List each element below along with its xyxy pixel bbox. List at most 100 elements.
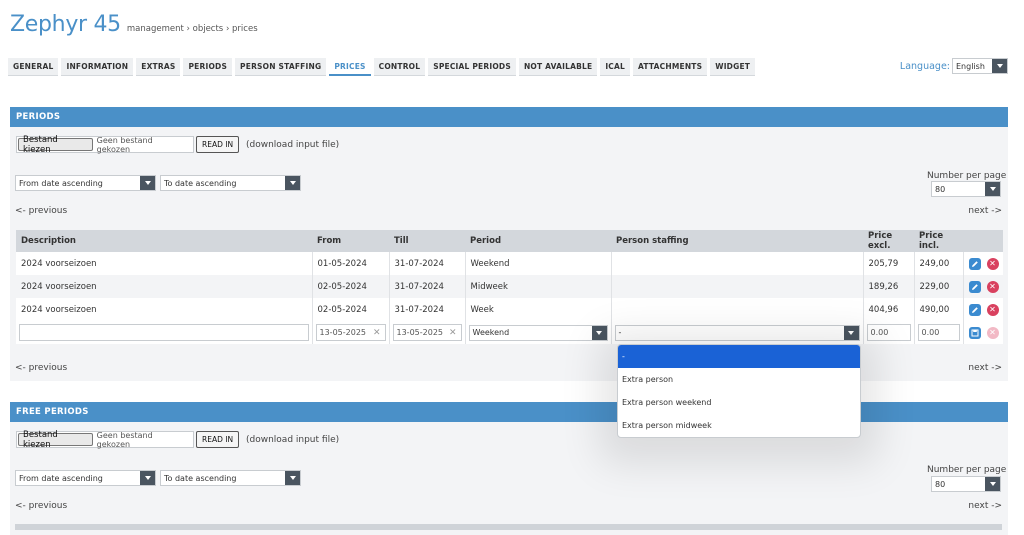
price-incl-input[interactable]: 0.00 [917,324,960,341]
close-circle-icon[interactable]: ✕ [986,257,999,270]
language-value: English [956,61,985,71]
free-previous-link[interactable]: <- previous [15,501,67,511]
free-sort-to-select[interactable]: To date ascending [160,470,301,486]
chevron-down-icon [591,325,607,340]
dropdown-option[interactable]: - [618,345,860,368]
free-file-input[interactable]: Bestand kiezen Geen bestand gekozen [16,430,194,450]
dropdown-option[interactable]: Extra person midweek [618,414,860,437]
cell-staffing [610,252,863,275]
free-read-in-button[interactable]: READ IN [196,431,240,448]
tab-bar: GENERAL INFORMATION EXTRAS PERIODS PERSO… [8,58,758,76]
chevron-down-icon [140,471,155,485]
cell-till: 31-07-2024 [388,298,465,321]
download-input-file-link[interactable]: (download input file) [246,140,339,150]
cell-from: 02-05-2024 [311,298,389,321]
from-date-input[interactable]: 13-05-2025 ✕ [315,324,386,341]
previous-link-bottom[interactable]: <- previous [15,363,67,373]
language-select[interactable]: English [952,58,1008,74]
till-date-value: 13-05-2025 [396,328,444,337]
x-icon[interactable]: ✕ [373,328,381,338]
sort-to-select[interactable]: To date ascending [160,175,301,191]
chevron-down-icon [985,477,1000,491]
tab-person-staffing[interactable]: PERSON STAFFING [235,58,327,76]
sort-from-value: From date ascending [19,178,103,188]
pencil-icon[interactable] [968,303,981,316]
next-link[interactable]: next -> [968,206,1002,216]
cell-price-incl: 249,00 [913,252,963,275]
read-in-button[interactable]: READ IN [196,136,240,153]
tab-general[interactable]: GENERAL [8,58,59,76]
page-header: Zephyr 45 management › objects › prices [10,12,258,37]
table-row: 2024 voorseizoen 02-05-2024 31-07-2024 M… [16,275,1003,298]
next-link-bottom[interactable]: next -> [968,363,1002,373]
column-header[interactable]: Period [465,230,611,252]
person-staffing-select[interactable]: - [614,324,860,341]
free-sort-from-select[interactable]: From date ascending [15,470,156,486]
description-input[interactable] [19,324,309,341]
periods-panel: PERIODS Bestand kiezen Geen bestand geko… [10,107,1008,381]
column-header[interactable]: Price incl. [914,230,963,252]
tab-widget[interactable]: WIDGET [710,58,756,76]
person-staffing-dropdown: - Extra person Extra person weekend Extr… [617,344,861,438]
free-file-none-label: Geen bestand gekozen [96,430,153,449]
language-selector: Language: English [900,58,1008,74]
tab-attachments[interactable]: ATTACHMENTS [633,58,708,76]
choose-file-button[interactable]: Bestand kiezen [18,135,93,155]
cell-staffing [610,275,863,298]
cell-period: Week [464,298,611,321]
close-circle-icon[interactable]: ✕ [986,303,999,316]
tab-special-periods[interactable]: SPECIAL PERIODS [428,58,516,76]
free-next-link[interactable]: next -> [968,501,1002,511]
column-header[interactable]: Till [389,230,465,252]
breadcrumb: management › objects › prices [126,24,258,34]
column-header[interactable]: Person staffing [611,230,863,252]
pencil-icon[interactable] [968,257,981,270]
free-sort-from-value: From date ascending [19,473,103,483]
dropdown-option[interactable]: Extra person weekend [618,391,860,414]
column-header[interactable]: From [312,230,389,252]
cell-from: 01-05-2024 [311,252,389,275]
price-excl-input[interactable]: 0.00 [866,324,911,341]
period-select[interactable]: Weekend [468,324,608,341]
free-download-input-file-link[interactable]: (download input file) [246,435,339,445]
cell-till: 31-07-2024 [388,252,465,275]
sort-from-select[interactable]: From date ascending [15,175,156,191]
free-number-per-page-select[interactable]: 80 [931,476,1001,492]
file-none-label: Geen bestand gekozen [96,135,153,154]
cell-from: 02-05-2024 [311,275,389,298]
column-header[interactable]: Description [16,230,312,252]
from-date-value: 13-05-2025 [319,328,367,337]
till-date-input[interactable]: 13-05-2025 ✕ [392,324,462,341]
free-choose-file-button[interactable]: Bestand kiezen [18,430,93,450]
number-per-page-label: Number per page [927,171,1007,181]
cell-period: Weekend [464,252,611,275]
period-value: Weekend [472,328,510,337]
person-staffing-value: - [618,328,622,337]
tab-extras[interactable]: EXTRAS [136,58,181,76]
table-row: 2024 voorseizoen 02-05-2024 31-07-2024 W… [16,298,1003,321]
tab-ical[interactable]: ICAL [600,58,630,76]
x-icon[interactable]: ✕ [449,328,457,338]
price-excl-value: 0.00 [870,328,889,337]
file-input[interactable]: Bestand kiezen Geen bestand gekozen [16,135,194,155]
tab-not-available[interactable]: NOT AVAILABLE [518,58,598,76]
tab-periods[interactable]: PERIODS [183,58,233,76]
number-per-page-select[interactable]: 80 [931,181,1001,197]
cell-price-excl: 205,79 [862,252,914,275]
tab-information[interactable]: INFORMATION [61,58,134,76]
tab-control[interactable]: CONTROL [373,58,426,76]
price-incl-value: 0.00 [921,328,940,337]
column-header[interactable]: Price excl. [863,230,914,252]
tab-prices[interactable]: PRICES [329,58,371,76]
pencil-icon[interactable] [968,280,981,293]
table-row: 2024 voorseizoen 01-05-2024 31-07-2024 W… [16,252,1003,275]
cell-actions: ✕ [962,298,1003,321]
close-circle-icon[interactable]: ✕ [986,280,999,293]
dropdown-option[interactable]: Extra person [618,368,860,391]
cell-staffing [610,298,863,321]
periods-heading: PERIODS [10,107,1008,127]
cell-price-excl: 189,26 [862,275,914,298]
save-icon[interactable] [968,326,981,339]
free-number-per-page-label: Number per page [927,465,1007,475]
previous-link[interactable]: <- previous [15,206,67,216]
